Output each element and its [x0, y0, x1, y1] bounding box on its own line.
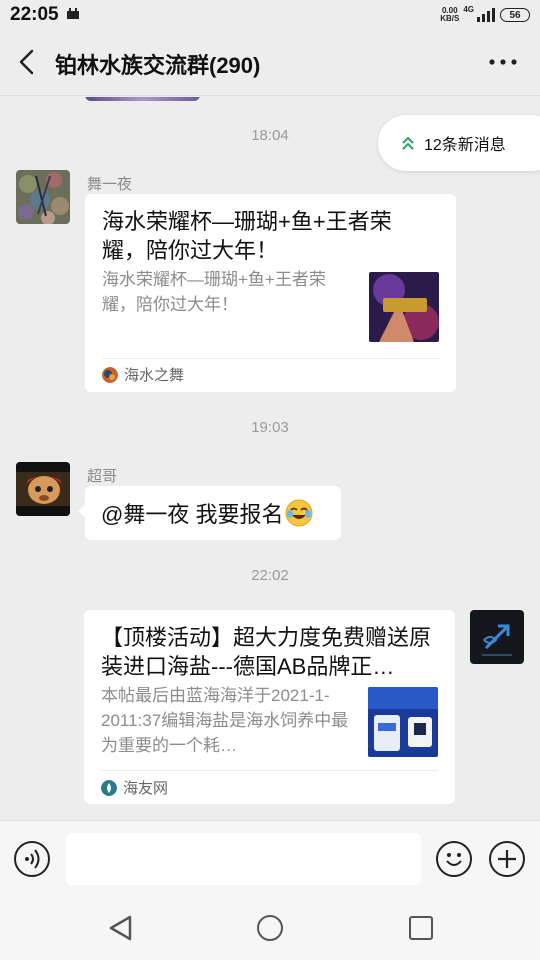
status-time: 22:05 [10, 4, 59, 25]
voice-button[interactable] [14, 841, 50, 877]
avatar[interactable] [16, 462, 70, 516]
nav-home-icon[interactable] [257, 915, 283, 941]
crying-laughing-emoji-icon [285, 499, 313, 527]
card-source-label: 海水之舞 [124, 367, 185, 384]
more-icon[interactable] [488, 54, 518, 70]
plus-icon [498, 850, 516, 868]
more-functions-button[interactable] [489, 841, 525, 877]
status-indicators: 0.00 KB/S 4G 56 [440, 5, 530, 25]
link-card[interactable]: 海水荣耀杯—珊瑚+鱼+王者荣耀，陪你过大年！ 海水荣耀杯—珊瑚+鱼+王者荣耀，陪… [85, 194, 456, 392]
time-divider: 22:02 [251, 567, 289, 584]
battery-level: 56 [509, 9, 521, 21]
link-card[interactable]: 【顶楼活动】超大力度免费赠送原装进口海盐---德国AB品牌正… 本帖最后由蓝海海… [84, 610, 455, 804]
double-chevron-up-icon [402, 136, 414, 150]
card-description: 海水荣耀杯—珊瑚+鱼+王者荣耀，陪你过大年！ [102, 270, 326, 314]
card-thumbnail [368, 687, 438, 757]
battery-icon: 56 [500, 8, 530, 22]
avatar-image [16, 170, 70, 224]
new-messages-button[interactable]: 12条新消息 [378, 115, 540, 171]
text-message-bubble[interactable]: @舞一夜 我要报名 [78, 486, 341, 540]
status-bar: 22:05 0.00 KB/S 4G 56 [0, 0, 540, 30]
thumbnail-image [368, 687, 438, 757]
avatar-image [470, 610, 524, 664]
net-speed: 0.00 KB/S [440, 6, 460, 23]
message-input[interactable] [66, 833, 421, 885]
source-logo-icon [101, 779, 117, 796]
avatar[interactable] [470, 610, 524, 664]
thumbnail-image [369, 272, 439, 342]
card-divider [101, 770, 438, 771]
page-title: 铂林水族交流群(290) [55, 53, 261, 78]
notification-icon [67, 8, 79, 19]
avatar[interactable] [16, 170, 70, 224]
message-list[interactable]: 18:04 12条新消息 舞一夜 海水荣耀杯—珊瑚+鱼+王者荣耀，陪你过大年！ … [0, 97, 540, 820]
back-arrow-icon[interactable] [14, 48, 42, 76]
previous-image-message[interactable] [85, 97, 200, 101]
nav-back-icon[interactable] [108, 914, 134, 942]
nav-recent-apps-icon[interactable] [409, 916, 433, 940]
card-title: 海水荣耀杯—珊瑚+鱼+王者荣耀，陪你过大年！ [102, 209, 392, 263]
card-source: 海友网 [101, 777, 168, 798]
voice-icon [25, 849, 40, 869]
card-title: 【顶楼活动】超大力度免费赠送原装进口海盐---德国AB品牌正… [101, 625, 432, 679]
signal-icon [477, 8, 495, 22]
card-description: 本帖最后由蓝海海洋于2021-1-2011:37编辑海盐是海水饲养中最为重要的一… [101, 686, 349, 755]
input-bar [0, 820, 540, 896]
smiley-icon [446, 853, 462, 866]
time-divider: 19:03 [251, 419, 289, 436]
card-source: 海水之舞 [102, 364, 184, 385]
chat-header: 铂林水族交流群(290) [0, 30, 540, 96]
emoji-button[interactable] [436, 841, 472, 877]
card-thumbnail [369, 272, 439, 342]
card-source-label: 海友网 [123, 780, 169, 797]
sender-name: 超哥 [87, 468, 118, 485]
sender-name: 舞一夜 [87, 176, 133, 193]
source-logo-icon [102, 366, 118, 383]
system-nav-bar [0, 896, 540, 960]
new-messages-label: 12条新消息 [424, 137, 506, 154]
card-divider [102, 358, 439, 359]
message-text: @舞一夜 我要报名 [101, 502, 284, 527]
avatar-image [16, 462, 70, 516]
network-type: 4G [463, 5, 474, 14]
